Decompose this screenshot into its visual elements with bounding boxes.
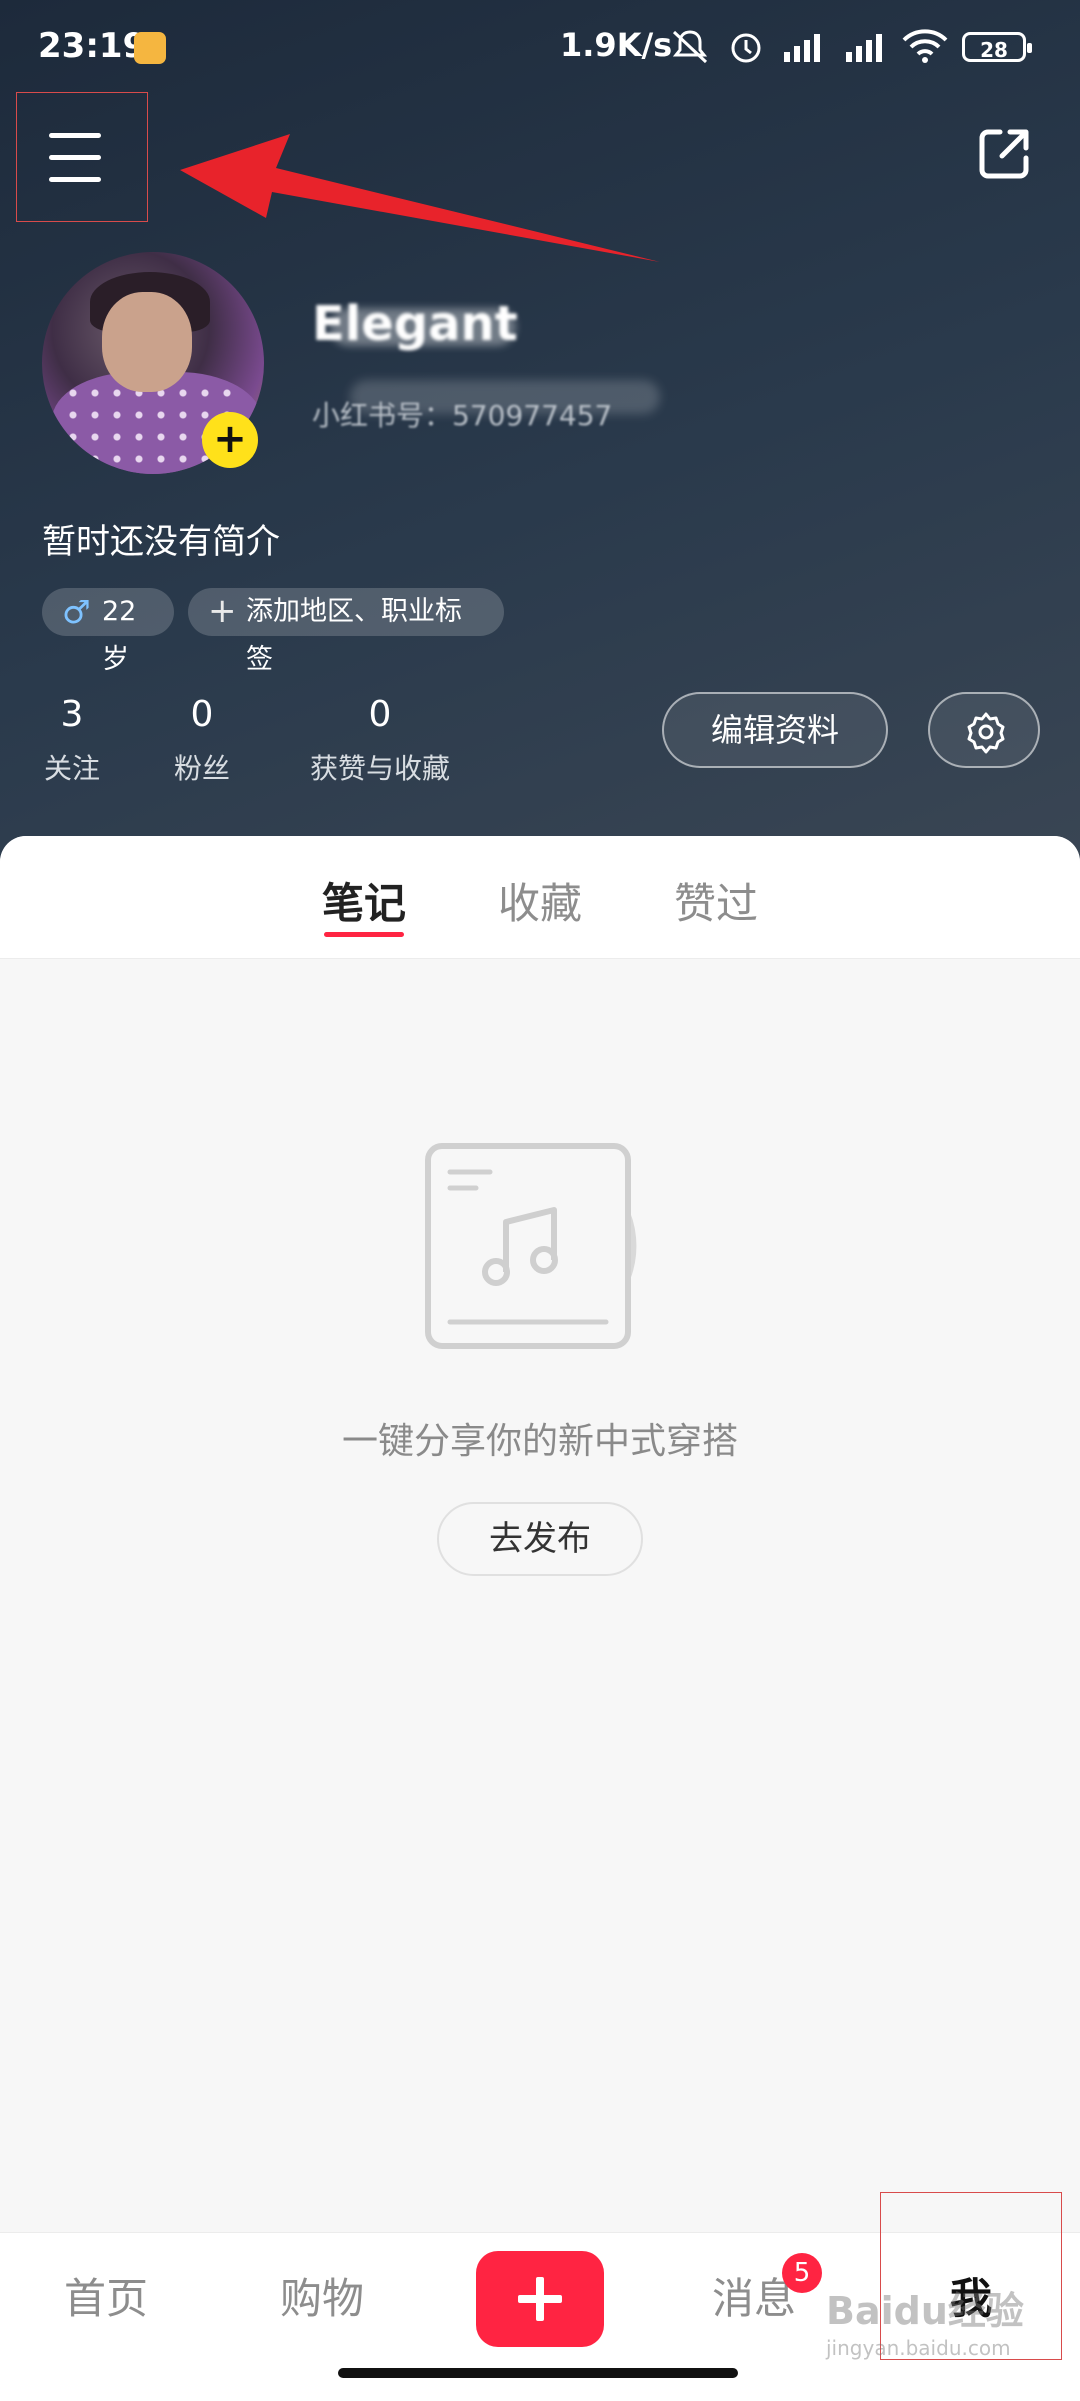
messages-badge: 5 [782, 2253, 822, 2293]
red-id: 小红书号：570977457 [312, 399, 613, 432]
profile-tabs: 笔记 收藏 赞过 [0, 836, 1080, 959]
content-sheet: 笔记 收藏 赞过 [0, 836, 1080, 2400]
stat-following-label: 关注 [43, 752, 100, 785]
network-speed: 1.9K/s [560, 26, 673, 64]
alarm-icon [731, 33, 761, 63]
male-icon: ♂ [62, 593, 91, 631]
tab-liked[interactable]: 赞过 [674, 870, 758, 931]
bio-text: 暂时还没有简介 [42, 522, 280, 562]
nav-shopping[interactable]: 购物 [280, 2265, 364, 2326]
stat-likes-label: 获赞与收藏 [309, 752, 450, 785]
stat-followers-label: 粉丝 [173, 752, 230, 785]
nav-home[interactable]: 首页 [64, 2265, 148, 2326]
avatar-add-icon[interactable]: + [202, 412, 258, 468]
stat-following[interactable]: 3 关注 [42, 694, 102, 787]
tab-collections[interactable]: 收藏 [498, 870, 582, 931]
empty-state-message: 一键分享你的新中式穿搭 [341, 1421, 738, 1462]
status-bar: 23:19 1.9K/s 28 [0, 0, 1080, 100]
signal-icon-2 [846, 34, 882, 62]
edit-profile-button[interactable]: 编辑资料 [662, 692, 888, 768]
settings-gear-icon [967, 712, 1005, 754]
settings-button[interactable] [928, 692, 1040, 768]
watermark-url: jingyan.baidu.com [826, 2336, 1011, 2360]
plus-icon: + [208, 591, 237, 631]
menu-button[interactable] [16, 92, 148, 222]
home-indicator[interactable] [338, 2368, 738, 2378]
stat-likes-value: 0 [368, 694, 392, 735]
stat-likes-collects[interactable]: 0 获赞与收藏 [300, 694, 460, 787]
age-tag[interactable]: ♂ 22岁 [42, 588, 174, 675]
watermark-brand: Baidu经验 [826, 2289, 1024, 2333]
tab-active-indicator [324, 932, 404, 937]
share-icon[interactable] [976, 126, 1032, 182]
annotation-arrow-top [180, 134, 660, 262]
signal-icon-1 [784, 34, 820, 62]
profile-name: Elegant [312, 296, 518, 352]
stat-followers-value: 0 [190, 694, 214, 735]
tab-notes[interactable]: 笔记 [322, 870, 406, 931]
battery-indicator: 28 [962, 32, 1032, 62]
create-post-button[interactable] [476, 2251, 604, 2347]
add-tags-button[interactable]: + 添加地区、职业标签 [188, 588, 504, 675]
mute-bell-icon [672, 30, 708, 64]
notification-icon [134, 32, 166, 64]
music-note-icon [425, 1143, 637, 1349]
stat-followers[interactable]: 0 粉丝 [170, 694, 234, 787]
publish-button[interactable]: 去发布 [437, 1502, 643, 1576]
wifi-icon [902, 29, 948, 63]
status-time: 23:19 [38, 26, 147, 66]
stat-following-value: 3 [60, 694, 84, 735]
